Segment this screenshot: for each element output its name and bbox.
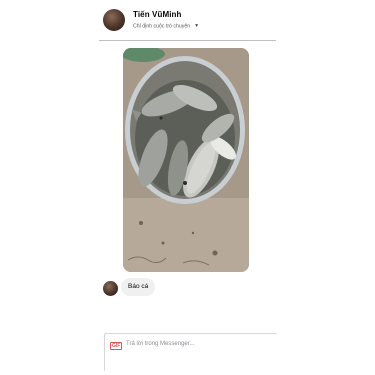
header-divider <box>99 40 276 41</box>
conversation-settings[interactable]: Chỉ định cuộc trò chuyện ▼ <box>133 23 199 30</box>
reply-input[interactable]: Trả lời trong Messenger... <box>126 341 194 347</box>
chevron-down-icon[interactable]: ▼ <box>194 23 199 29</box>
sender-avatar[interactable] <box>103 281 118 296</box>
gif-icon[interactable]: GIF <box>110 342 123 350</box>
conversation-settings-label: Chỉ định cuộc trò chuyện <box>133 23 191 30</box>
message-bubble[interactable]: Báo cá <box>121 278 156 296</box>
reply-composer[interactable]: GIF Trả lời trong Messenger... <box>104 333 277 371</box>
contact-name[interactable]: Tiến VũMinh <box>133 10 182 19</box>
shared-photo-fish-bowl[interactable] <box>123 48 249 272</box>
chat-header: Tiến VũMinh Chỉ định cuộc trò chuyện ▼ <box>99 6 276 40</box>
contact-avatar[interactable] <box>103 9 125 31</box>
fish-bowl-illustration <box>123 48 249 272</box>
